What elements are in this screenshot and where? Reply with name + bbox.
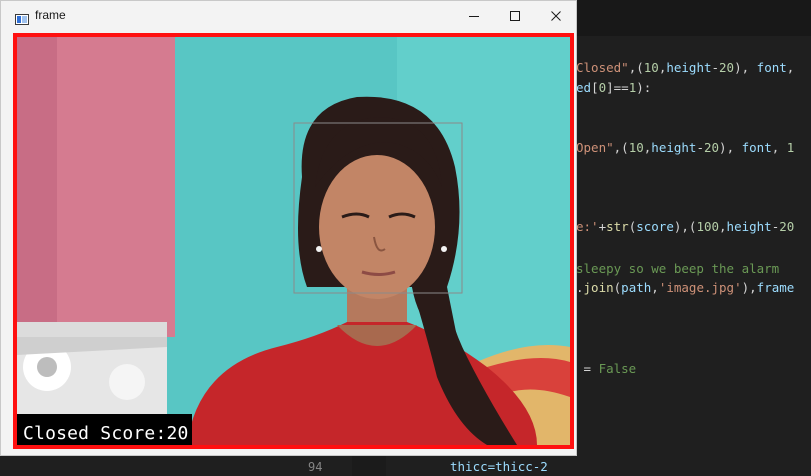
code-line-6: .join(path,'image.jpg'),frame	[576, 280, 794, 295]
webcam-image	[17, 37, 570, 445]
minimize-icon	[468, 10, 480, 22]
code-token: height	[726, 219, 772, 234]
code-token: str	[606, 219, 629, 234]
code-token: score	[636, 219, 674, 234]
code-token: ),	[734, 60, 757, 75]
maximize-button[interactable]	[495, 1, 535, 31]
code-token: sleepy so we beep the alarm	[576, 261, 780, 276]
code-token: path	[621, 280, 652, 295]
code-token: e:'	[576, 219, 599, 234]
code-token: ),	[741, 280, 757, 295]
code-token: .	[576, 280, 584, 295]
code-token: ,(	[628, 60, 644, 75]
code-token: 'image.jpg'	[658, 280, 742, 295]
code-token: Closed"	[576, 60, 629, 75]
status-text: Closed Score:20	[23, 423, 189, 444]
code-token: font	[741, 140, 772, 155]
code-token: font	[756, 60, 787, 75]
code-token: False	[598, 361, 637, 376]
app-icon	[15, 10, 29, 25]
code-token: [	[591, 80, 599, 95]
code-token: ,	[786, 60, 795, 75]
code-token: ):	[636, 80, 652, 95]
eye-state-label: Closed	[23, 423, 90, 444]
maximize-icon	[509, 10, 521, 22]
code-token: ),	[719, 140, 742, 155]
code-line-1: Closed",(10,height-20), font,	[576, 60, 794, 75]
code-line-3: Open",(10,height-20), font, 1	[576, 140, 794, 155]
title-bar[interactable]: frame	[1, 1, 576, 31]
webcam-frame: Closed Score:20	[13, 33, 574, 449]
status-overlay: Closed Score:20	[17, 414, 192, 445]
code-token: 100	[696, 219, 720, 234]
code-token: ]==	[606, 80, 629, 95]
code-line-7: = False	[576, 361, 637, 376]
code-token: ,	[771, 140, 787, 155]
score-label: Score:20	[100, 423, 189, 444]
code-token: +	[598, 219, 607, 234]
frame-window: frame Closed Score:20	[0, 0, 577, 456]
code-token: frame	[756, 280, 795, 295]
code-token: 0	[598, 80, 607, 95]
code-token: height	[651, 140, 697, 155]
close-button[interactable]	[536, 1, 576, 31]
code-token: ,	[719, 219, 727, 234]
code-token: 20	[703, 140, 720, 155]
code-line-4: e:'+str(score),(100,height-20	[576, 219, 794, 234]
code-line-2: ed[0]==1):	[576, 80, 651, 95]
window-title: frame	[35, 8, 66, 22]
code-token: 20	[719, 60, 735, 75]
code-token: Open"	[576, 140, 614, 155]
code-token: ,(	[613, 140, 629, 155]
editor-tab-bar	[576, 0, 811, 36]
code-token: height	[666, 60, 712, 75]
minimize-button[interactable]	[454, 1, 494, 31]
close-icon	[550, 10, 562, 22]
code-line-5: sleepy so we beep the alarm	[576, 261, 779, 276]
code-token: ed	[576, 80, 592, 95]
code-token: 20	[779, 219, 795, 234]
code-token: 10	[628, 140, 644, 155]
line-number: 94	[308, 460, 323, 474]
code-token: =	[576, 361, 599, 376]
code-line-bottom: thicc=thicc-2	[450, 459, 548, 474]
code-token: -	[711, 60, 720, 75]
code-token: 10	[643, 60, 659, 75]
code-token: ,	[651, 280, 659, 295]
code-token: join	[583, 280, 614, 295]
code-token: 1	[786, 140, 795, 155]
code-token: -	[696, 140, 704, 155]
code-token: ),(	[673, 219, 697, 234]
